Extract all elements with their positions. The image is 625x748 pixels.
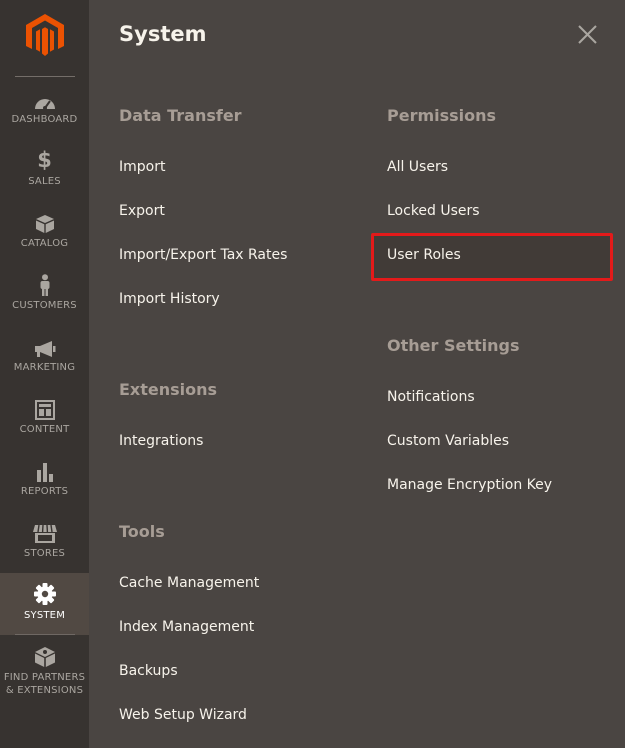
nav-sales[interactable]: $ SALES xyxy=(0,148,89,212)
section-extensions: Extensions xyxy=(119,380,218,399)
link-import-export-tax-rates[interactable]: Import/Export Tax Rates xyxy=(119,247,287,263)
nav-find-partners-label-2: & EXTENSIONS xyxy=(5,685,84,696)
close-icon[interactable] xyxy=(577,24,598,45)
section-data-transfer: Data Transfer xyxy=(119,106,242,125)
admin-sidebar: DASHBOARD $ SALES CATALOG CUSTOMERS MARK… xyxy=(0,0,89,748)
link-integrations[interactable]: Integrations xyxy=(119,433,203,449)
nav-catalog-label: CATALOG xyxy=(20,238,69,249)
link-manage-encryption-key[interactable]: Manage Encryption Key xyxy=(387,477,552,493)
layout-icon xyxy=(0,398,89,420)
logo-divider xyxy=(15,76,75,77)
link-index-management[interactable]: Index Management xyxy=(119,619,254,635)
nav-content[interactable]: CONTENT xyxy=(0,398,89,460)
link-import-history[interactable]: Import History xyxy=(119,291,220,307)
gear-icon xyxy=(0,573,89,605)
nav-system[interactable]: SYSTEM xyxy=(0,573,89,635)
nav-reports[interactable]: REPORTS xyxy=(0,460,89,522)
bar-chart-icon xyxy=(0,460,89,482)
link-locked-users[interactable]: Locked Users xyxy=(387,203,480,219)
page-title: System xyxy=(119,22,207,46)
dashboard-icon xyxy=(0,88,89,110)
link-all-users[interactable]: All Users xyxy=(387,159,448,175)
magento-logo-icon[interactable] xyxy=(26,14,64,56)
nav-customers-label: CUSTOMERS xyxy=(12,300,77,311)
nav-find-partners-label-1: FIND PARTNERS xyxy=(3,672,86,683)
nav-sales-label: SALES xyxy=(28,176,61,187)
nav-stores-label: STORES xyxy=(23,548,66,559)
nav-content-label: CONTENT xyxy=(19,424,70,435)
cube-icon xyxy=(0,646,89,668)
link-custom-variables[interactable]: Custom Variables xyxy=(387,433,509,449)
active-divider xyxy=(15,634,75,635)
nav-catalog[interactable]: CATALOG xyxy=(0,212,89,274)
nav-customers[interactable]: CUSTOMERS xyxy=(0,274,89,336)
nav-system-label: SYSTEM xyxy=(23,610,66,621)
person-icon xyxy=(0,274,89,296)
box-icon xyxy=(0,212,89,234)
storefront-icon xyxy=(0,522,89,544)
section-tools: Tools xyxy=(119,522,165,541)
nav-marketing[interactable]: MARKETING xyxy=(0,336,89,398)
link-user-roles[interactable]: User Roles xyxy=(387,247,461,263)
link-notifications[interactable]: Notifications xyxy=(387,389,475,405)
dollar-icon: $ xyxy=(37,148,52,172)
link-import[interactable]: Import xyxy=(119,159,165,175)
nav-find-partners[interactable]: FIND PARTNERS & EXTENSIONS xyxy=(0,646,89,702)
nav-dashboard[interactable]: DASHBOARD xyxy=(0,88,89,150)
nav-marketing-label: MARKETING xyxy=(13,362,76,373)
link-web-setup-wizard[interactable]: Web Setup Wizard xyxy=(119,707,247,723)
link-backups[interactable]: Backups xyxy=(119,663,178,679)
nav-reports-label: REPORTS xyxy=(20,486,69,497)
nav-dashboard-label: DASHBOARD xyxy=(11,114,78,125)
section-permissions: Permissions xyxy=(387,106,497,125)
link-export[interactable]: Export xyxy=(119,203,165,219)
link-cache-management[interactable]: Cache Management xyxy=(119,575,259,591)
megaphone-icon xyxy=(0,336,89,358)
section-other-settings: Other Settings xyxy=(387,336,520,355)
